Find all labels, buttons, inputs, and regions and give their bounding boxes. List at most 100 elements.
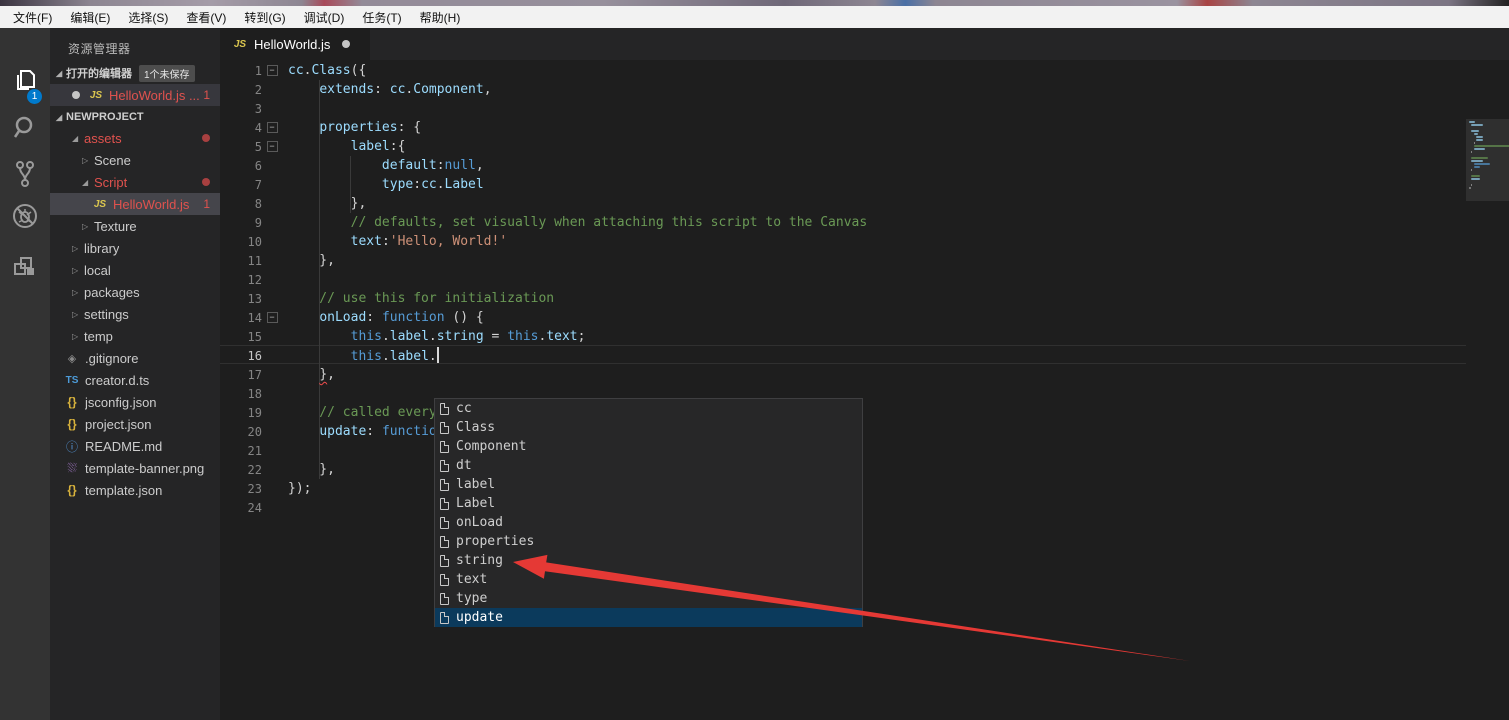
code-line-2[interactable]: 2 extends: cc.Component, [220, 80, 1509, 99]
code-line-19[interactable]: 19 // called every [220, 403, 1509, 422]
code-line-20[interactable]: 20 update: functio [220, 422, 1509, 441]
open-editors-header[interactable]: ◢ 打开的编辑器 1个未保存 [50, 62, 220, 84]
tree-item-readme-md[interactable]: ⓘ README.md [50, 435, 220, 457]
code-line-18[interactable]: 18 [220, 384, 1509, 403]
chevron-collapsed-icon: ▷ [82, 155, 89, 165]
info-file-icon: ⓘ [65, 439, 78, 454]
fold-gutter[interactable]: − [262, 65, 282, 76]
suggest-item-onload[interactable]: onLoad [435, 513, 862, 532]
tree-item-script[interactable]: ◢ Script [50, 171, 220, 193]
chevron-collapsed-icon: ▷ [72, 287, 79, 297]
debug-disabled-icon[interactable] [0, 196, 50, 236]
code-line-17[interactable]: 17 }, [220, 365, 1509, 384]
code-line-15[interactable]: 15 this.label.string = this.text; [220, 327, 1509, 346]
open-editor-filename: HelloWorld.js ... [109, 87, 200, 103]
menu-item[interactable]: 转到(G) [235, 6, 294, 29]
suggest-item-class[interactable]: Class [435, 418, 862, 437]
extensions-icon[interactable] [0, 247, 50, 287]
menu-item[interactable]: 编辑(E) [61, 6, 119, 29]
code-editor[interactable]: 1− cc.Class({2 extends: cc.Component, 3 4− … [220, 60, 1509, 720]
suggest-item-label[interactable]: Label [435, 494, 862, 513]
code-line-1[interactable]: 1− cc.Class({ [220, 61, 1509, 80]
document-icon [440, 478, 449, 491]
minimap[interactable] [1466, 93, 1509, 720]
chevron-collapsed-icon: ▷ [72, 331, 79, 341]
code-line-24[interactable]: 24 [220, 498, 1509, 517]
code-line-12[interactable]: 12 [220, 270, 1509, 289]
menu-item[interactable]: 帮助(H) [411, 6, 470, 29]
tree-item-creator-d-ts[interactable]: TS creator.d.ts [50, 369, 220, 391]
code-line-21[interactable]: 21 [220, 441, 1509, 460]
source-control-icon[interactable] [0, 154, 50, 194]
suggest-item-type[interactable]: type [435, 589, 862, 608]
tree-item-label: Script [94, 174, 128, 190]
code-line-9[interactable]: 9 // defaults, set visually when attachi… [220, 213, 1509, 232]
tree-item-library[interactable]: ▷ library [50, 237, 220, 259]
suggest-item-cc[interactable]: cc [435, 399, 862, 418]
tree-item-label: local [84, 262, 111, 278]
tree-item-packages[interactable]: ▷ packages [50, 281, 220, 303]
tree-item-temp[interactable]: ▷ temp [50, 325, 220, 347]
menu-item[interactable]: 查看(V) [177, 6, 235, 29]
suggest-label: onLoad [456, 515, 503, 530]
tab-bar: JS HelloWorld.js [220, 28, 1509, 60]
code-line-5[interactable]: 5− label:{ [220, 137, 1509, 156]
tree-item-project-json[interactable]: {} project.json [50, 413, 220, 435]
code-line-22[interactable]: 22 }, [220, 460, 1509, 479]
code-line-3[interactable]: 3 [220, 99, 1509, 118]
menu-item[interactable]: 文件(F) [4, 6, 61, 29]
open-editor-item[interactable]: JS HelloWorld.js ... 1 [50, 84, 220, 106]
suggest-item-component[interactable]: Component [435, 437, 862, 456]
project-section-header[interactable]: ◢ NEWPROJECT [50, 106, 220, 128]
error-count-badge: 1 [203, 88, 210, 102]
tree-item-template-banner-png[interactable]: ⛆ template-banner.png [50, 457, 220, 479]
img-file-icon: ⛆ [67, 460, 77, 475]
menu-item[interactable]: 调试(D) [295, 6, 354, 29]
tree-item--gitignore[interactable]: ◈ .gitignore [50, 347, 220, 369]
search-icon[interactable] [0, 108, 50, 148]
fold-marker-icon[interactable]: − [266, 65, 278, 76]
explorer-icon[interactable]: 1 [0, 62, 50, 104]
suggest-item-string[interactable]: string [435, 551, 862, 570]
tab-helloworld[interactable]: JS HelloWorld.js [220, 28, 370, 60]
suggest-item-update[interactable]: update [435, 608, 862, 627]
tree-item-local[interactable]: ▷ local [50, 259, 220, 281]
code-line-13[interactable]: 13 // use this for initialization [220, 289, 1509, 308]
code-line-8[interactable]: 8 }, [220, 194, 1509, 213]
code-line-16[interactable]: 16 this.label. [220, 346, 1509, 365]
code-line-7[interactable]: 7 type:cc.Label [220, 175, 1509, 194]
suggest-item-properties[interactable]: properties [435, 532, 862, 551]
tree-item-helloworld-js[interactable]: JS HelloWorld.js 1 [50, 193, 220, 215]
code-line-11[interactable]: 11 }, [220, 251, 1509, 270]
modified-indicator-icon [202, 134, 210, 142]
tree-item-template-json[interactable]: {} template.json [50, 479, 220, 501]
document-icon [440, 421, 449, 434]
project-name: NEWPROJECT [66, 111, 144, 123]
tree-item-label: assets [84, 130, 122, 146]
code-line-14[interactable]: 14− onLoad: function () { [220, 308, 1509, 327]
tab-label: HelloWorld.js [254, 36, 331, 52]
suggest-item-text[interactable]: text [435, 570, 862, 589]
suggest-item-label[interactable]: label [435, 475, 862, 494]
menu-item[interactable]: 任务(T) [353, 6, 410, 29]
tree-item-label: .gitignore [85, 350, 139, 366]
tree-item-texture[interactable]: ▷ Texture [50, 215, 220, 237]
fold-marker-icon[interactable]: − [266, 122, 278, 133]
fold-marker-icon[interactable]: − [266, 141, 278, 152]
tree-item-scene[interactable]: ▷ Scene [50, 149, 220, 171]
fold-gutter[interactable]: − [262, 312, 282, 323]
tree-item-label: packages [84, 284, 140, 300]
tree-item-jsconfig-json[interactable]: {} jsconfig.json [50, 391, 220, 413]
tree-item-settings[interactable]: ▷ settings [50, 303, 220, 325]
tree-item-assets[interactable]: ◢ assets [50, 127, 220, 149]
code-line-23[interactable]: 23}); [220, 479, 1509, 498]
fold-marker-icon[interactable]: − [266, 312, 278, 323]
suggest-item-dt[interactable]: dt [435, 456, 862, 475]
fold-gutter[interactable]: − [262, 122, 282, 133]
fold-gutter[interactable]: − [262, 141, 282, 152]
code-line-4[interactable]: 4− properties: { [220, 118, 1509, 137]
code-line-6[interactable]: 6 default:null, [220, 156, 1509, 175]
menu-item[interactable]: 选择(S) [119, 6, 177, 29]
suggest-label: text [456, 572, 488, 587]
code-line-10[interactable]: 10 text:'Hello, World!' [220, 232, 1509, 251]
